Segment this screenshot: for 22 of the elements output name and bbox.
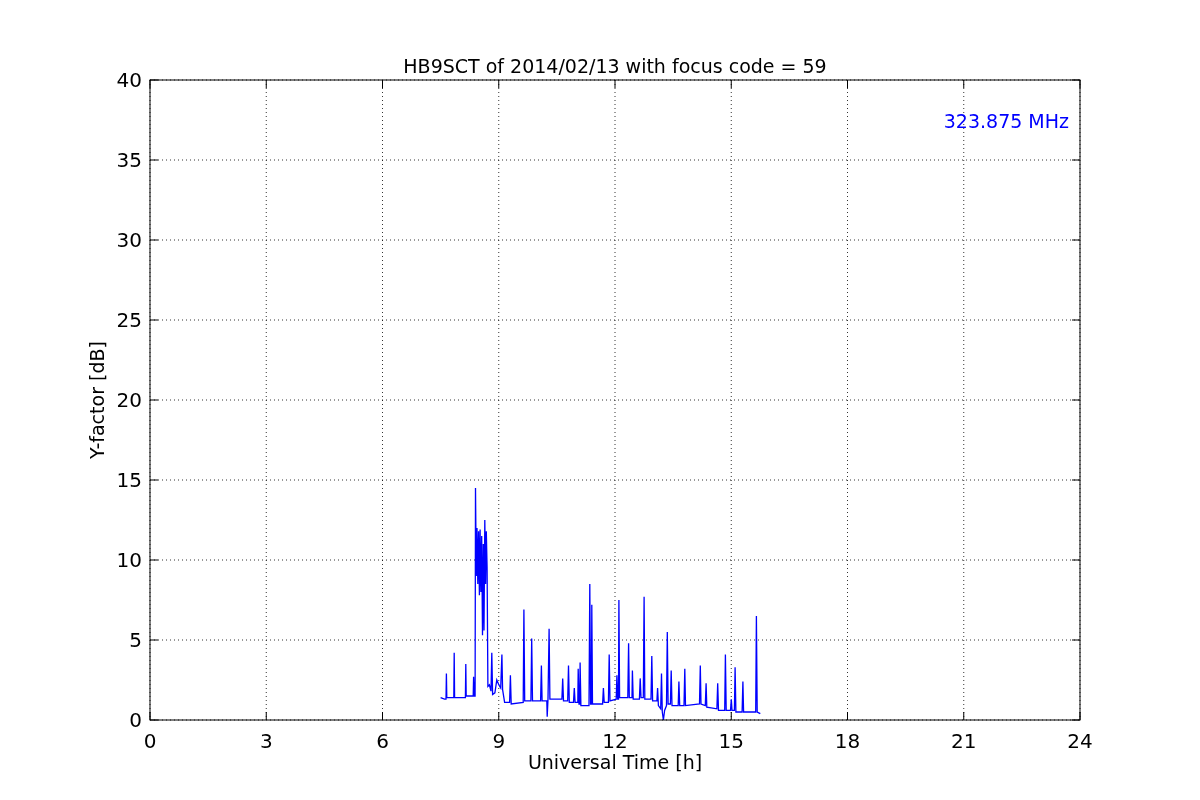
y-tick-label: 40 <box>116 68 142 92</box>
x-tick-label: 12 <box>602 729 628 753</box>
y-tick-label: 10 <box>116 548 142 572</box>
frequency-annotation: 323.875 MHz <box>943 110 1069 132</box>
y-axis-label: Y-factor [dB] <box>86 341 108 459</box>
y-tick-label: 35 <box>116 148 142 172</box>
y-tick-label: 15 <box>116 468 142 492</box>
x-tick-label: 24 <box>1067 729 1093 753</box>
x-tick-label: 15 <box>718 729 744 753</box>
x-tick-label: 21 <box>951 729 977 753</box>
x-tick-label: 3 <box>259 729 273 753</box>
y-tick-label: 20 <box>116 388 142 412</box>
x-tick-label: 0 <box>143 729 157 753</box>
chart-title: HB9SCT of 2014/02/13 with focus code = 59 <box>403 55 827 77</box>
y-tick-label: 25 <box>116 308 142 332</box>
x-tick-label: 18 <box>834 729 861 753</box>
x-axis-label: Universal Time [h] <box>527 751 703 773</box>
x-tick-label: 6 <box>376 729 389 753</box>
y-tick-label: 30 <box>116 228 142 252</box>
y-tick-label: 5 <box>129 628 142 652</box>
x-tick-label: 9 <box>492 729 506 753</box>
y-tick-label: 0 <box>129 708 142 732</box>
